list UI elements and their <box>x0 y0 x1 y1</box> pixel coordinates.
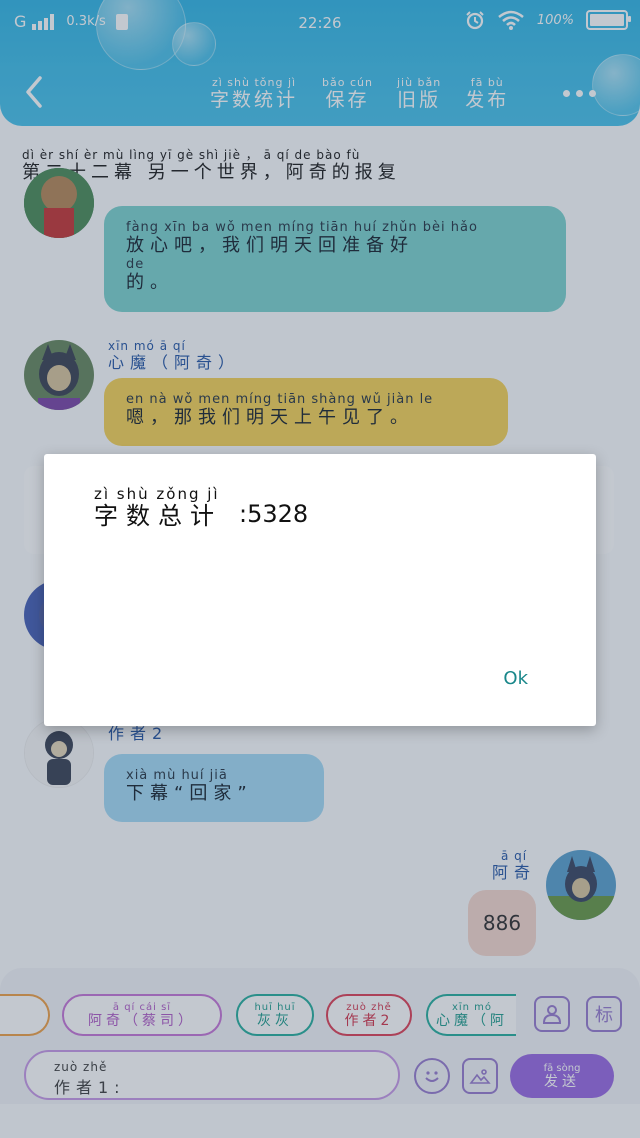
story-editor-screen: G 0.3k/s 22:26 100% zì shù tǒng jì 字数统计 … <box>0 0 640 1138</box>
dialog-label: zì shù zǒng jì 字数总计 <box>94 485 222 530</box>
word-count-value: :5328 <box>239 500 309 528</box>
ok-button[interactable]: Ok <box>503 668 528 689</box>
word-count-dialog: zì shù zǒng jì 字数总计 :5328 Ok <box>44 454 596 726</box>
